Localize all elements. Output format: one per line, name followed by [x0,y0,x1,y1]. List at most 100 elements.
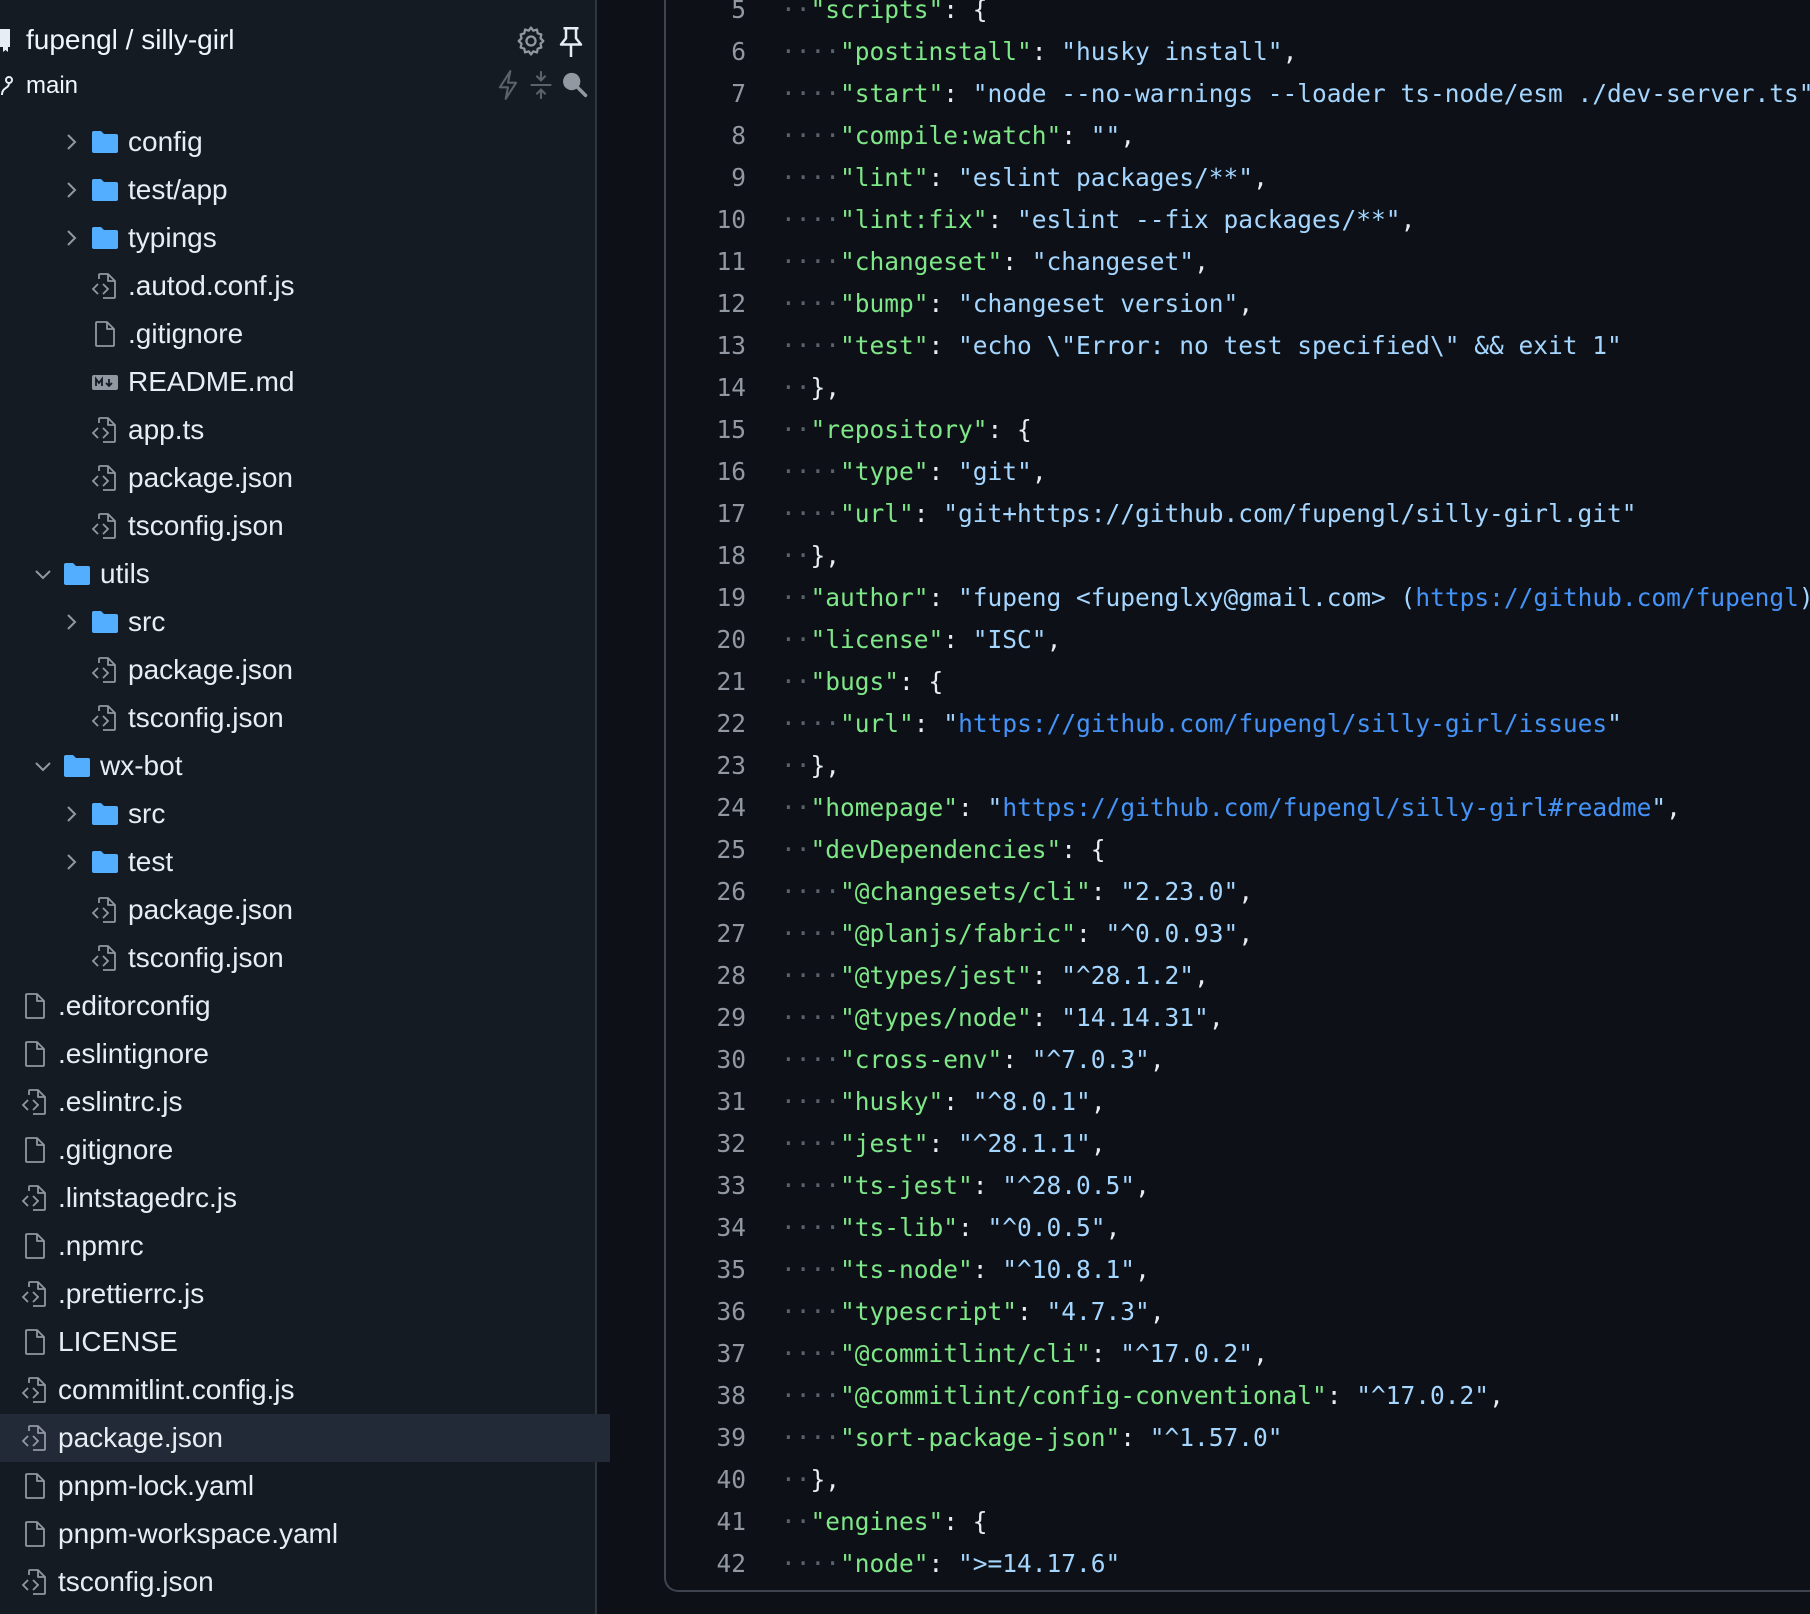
tree-file[interactable]: tsconfig.json [0,694,595,742]
code-token: "devDependencies" [810,835,1062,864]
tree-file[interactable]: tsconfig.json [0,934,595,982]
search-button[interactable] [560,70,588,105]
line-number: 23 [716,751,746,780]
tree-file[interactable]: pnpm-workspace.yaml [0,1510,595,1558]
tree-file[interactable]: commitlint.config.js [0,1366,595,1414]
code-token: "fupeng <fupenglxy@gmail.com> ( [958,583,1416,612]
code-link[interactable]: https://github.com/fupengl [1415,583,1799,612]
settings-button[interactable] [514,24,548,63]
tree-file[interactable]: .lintstagedrc.js [0,1174,595,1222]
code-token: ···· [781,163,841,192]
code-token: , [1135,1255,1150,1284]
tree-file[interactable]: .editorconfig [0,982,595,1030]
code-token: , [1090,1129,1106,1158]
code-token: ···· [781,1129,841,1158]
tree-file[interactable]: .prettierrc.js [0,1270,595,1318]
code-text: ··"devDependencies": { [781,830,1106,870]
pin-button[interactable] [556,24,586,65]
folder-icon [64,563,90,585]
tree-folder[interactable]: utils [0,550,595,598]
code-token: "changeset" [1031,247,1195,276]
code-token: : [928,1129,959,1158]
code-token: ·· [781,583,811,612]
tree-file[interactable]: app.ts [0,406,595,454]
code-token: } [811,1591,826,1592]
code-token: ···· [781,919,841,948]
tree-file[interactable]: LICENSE [0,1318,595,1366]
symbols-button[interactable] [496,70,520,105]
tree-file[interactable]: tsconfig.json [0,502,595,550]
tree-item-label: .npmrc [58,1230,144,1261]
code-token: ···· [781,457,841,486]
code-token: "^8.0.1" [972,1087,1091,1116]
tree-file[interactable]: .gitignore [0,310,595,358]
repo-title[interactable]: fupengl / silly-girl [26,24,235,56]
code-token: : [928,163,959,192]
tree-file[interactable]: .autod.conf.js [0,262,595,310]
file-code-icon [21,1425,46,1451]
code-token: : [928,457,959,486]
code-token: : [943,79,973,108]
code-token: "compile:watch" [840,121,1062,150]
code-text: ····"@types/jest": "^28.1.2", [781,956,1209,996]
code-token: : [1090,877,1121,906]
tree-file[interactable]: .gitignore [0,1126,595,1174]
code-token: "sort-package-json" [840,1423,1121,1452]
file-icon [25,1041,45,1067]
tree-item-label: LICENSE [58,1326,178,1357]
line-number: 11 [716,247,746,276]
code-token: ·· [781,751,811,780]
code-link[interactable]: https://github.com/fupengl/silly-girl/is… [958,709,1607,738]
code-token: : [972,1255,1003,1284]
tree-item-label: wx-bot [100,750,183,781]
file-icon [25,1473,45,1499]
file-icon [25,1329,45,1355]
code-token: , [1031,457,1047,486]
tree-file[interactable]: package.json [0,1414,610,1462]
tree-file[interactable]: .eslintrc.js [0,1078,595,1126]
tree-file[interactable]: .eslintignore [0,1030,595,1078]
code-token: ···· [781,877,841,906]
tree-item-label: .lintstagedrc.js [58,1182,237,1213]
line-number: 6 [731,37,746,66]
code-token: "2.23.0" [1120,877,1239,906]
tree-folder[interactable]: test [0,838,595,886]
folder-icon [92,179,118,201]
code-token: "changeset version" [958,289,1239,318]
tree-file[interactable]: package.json [0,646,595,694]
code-token: ·· [781,667,811,696]
tree-file[interactable]: tsconfig.json [0,1558,595,1606]
line-number: 8 [731,121,746,150]
tree-folder[interactable]: typings [0,214,595,262]
tree-file[interactable]: README.md [0,358,595,406]
tree-folder[interactable]: wx-bot [0,742,595,790]
code-editor[interactable]: 5 ··"scripts": {6 ····"postinstall": "husk… [664,0,1810,1592]
line-number: 33 [716,1171,746,1200]
code-token: "eslint --fix packages/**" [1017,205,1401,234]
tree-file[interactable]: package.json [0,454,595,502]
code-token: "eslint packages/**" [958,163,1254,192]
code-text: ····"test": "echo \"Error: no test speci… [781,326,1622,366]
tree-item-label: .gitignore [58,1134,174,1165]
tree-folder[interactable]: config [0,118,595,166]
collapse-button[interactable] [528,70,554,105]
branch-selector[interactable]: main [0,68,78,104]
tree-file[interactable]: pnpm-lock.yaml [0,1462,595,1510]
code-token: ···· [781,1549,841,1578]
code-token: ·· [781,373,811,402]
tree-file[interactable]: .npmrc [0,1222,595,1270]
tree-folder[interactable]: src [0,598,595,646]
tree-folder[interactable]: src [0,790,595,838]
file-code-icon [21,1569,46,1595]
code-link[interactable]: https://github.com/fupengl/silly-girl#re… [1002,793,1651,822]
code-text: ····"@commitlint/config-conventional": "… [781,1376,1504,1416]
code-token: ·· [781,625,811,654]
code-token: ···· [781,79,841,108]
code-token: "lint" [840,163,929,192]
tree-file[interactable]: package.json [0,886,595,934]
line-number: 13 [716,331,746,360]
code-token: ···· [781,1045,841,1074]
tree-folder[interactable]: test/app [0,166,595,214]
code-token: ·· [781,0,811,24]
code-token: "url" [840,709,914,738]
